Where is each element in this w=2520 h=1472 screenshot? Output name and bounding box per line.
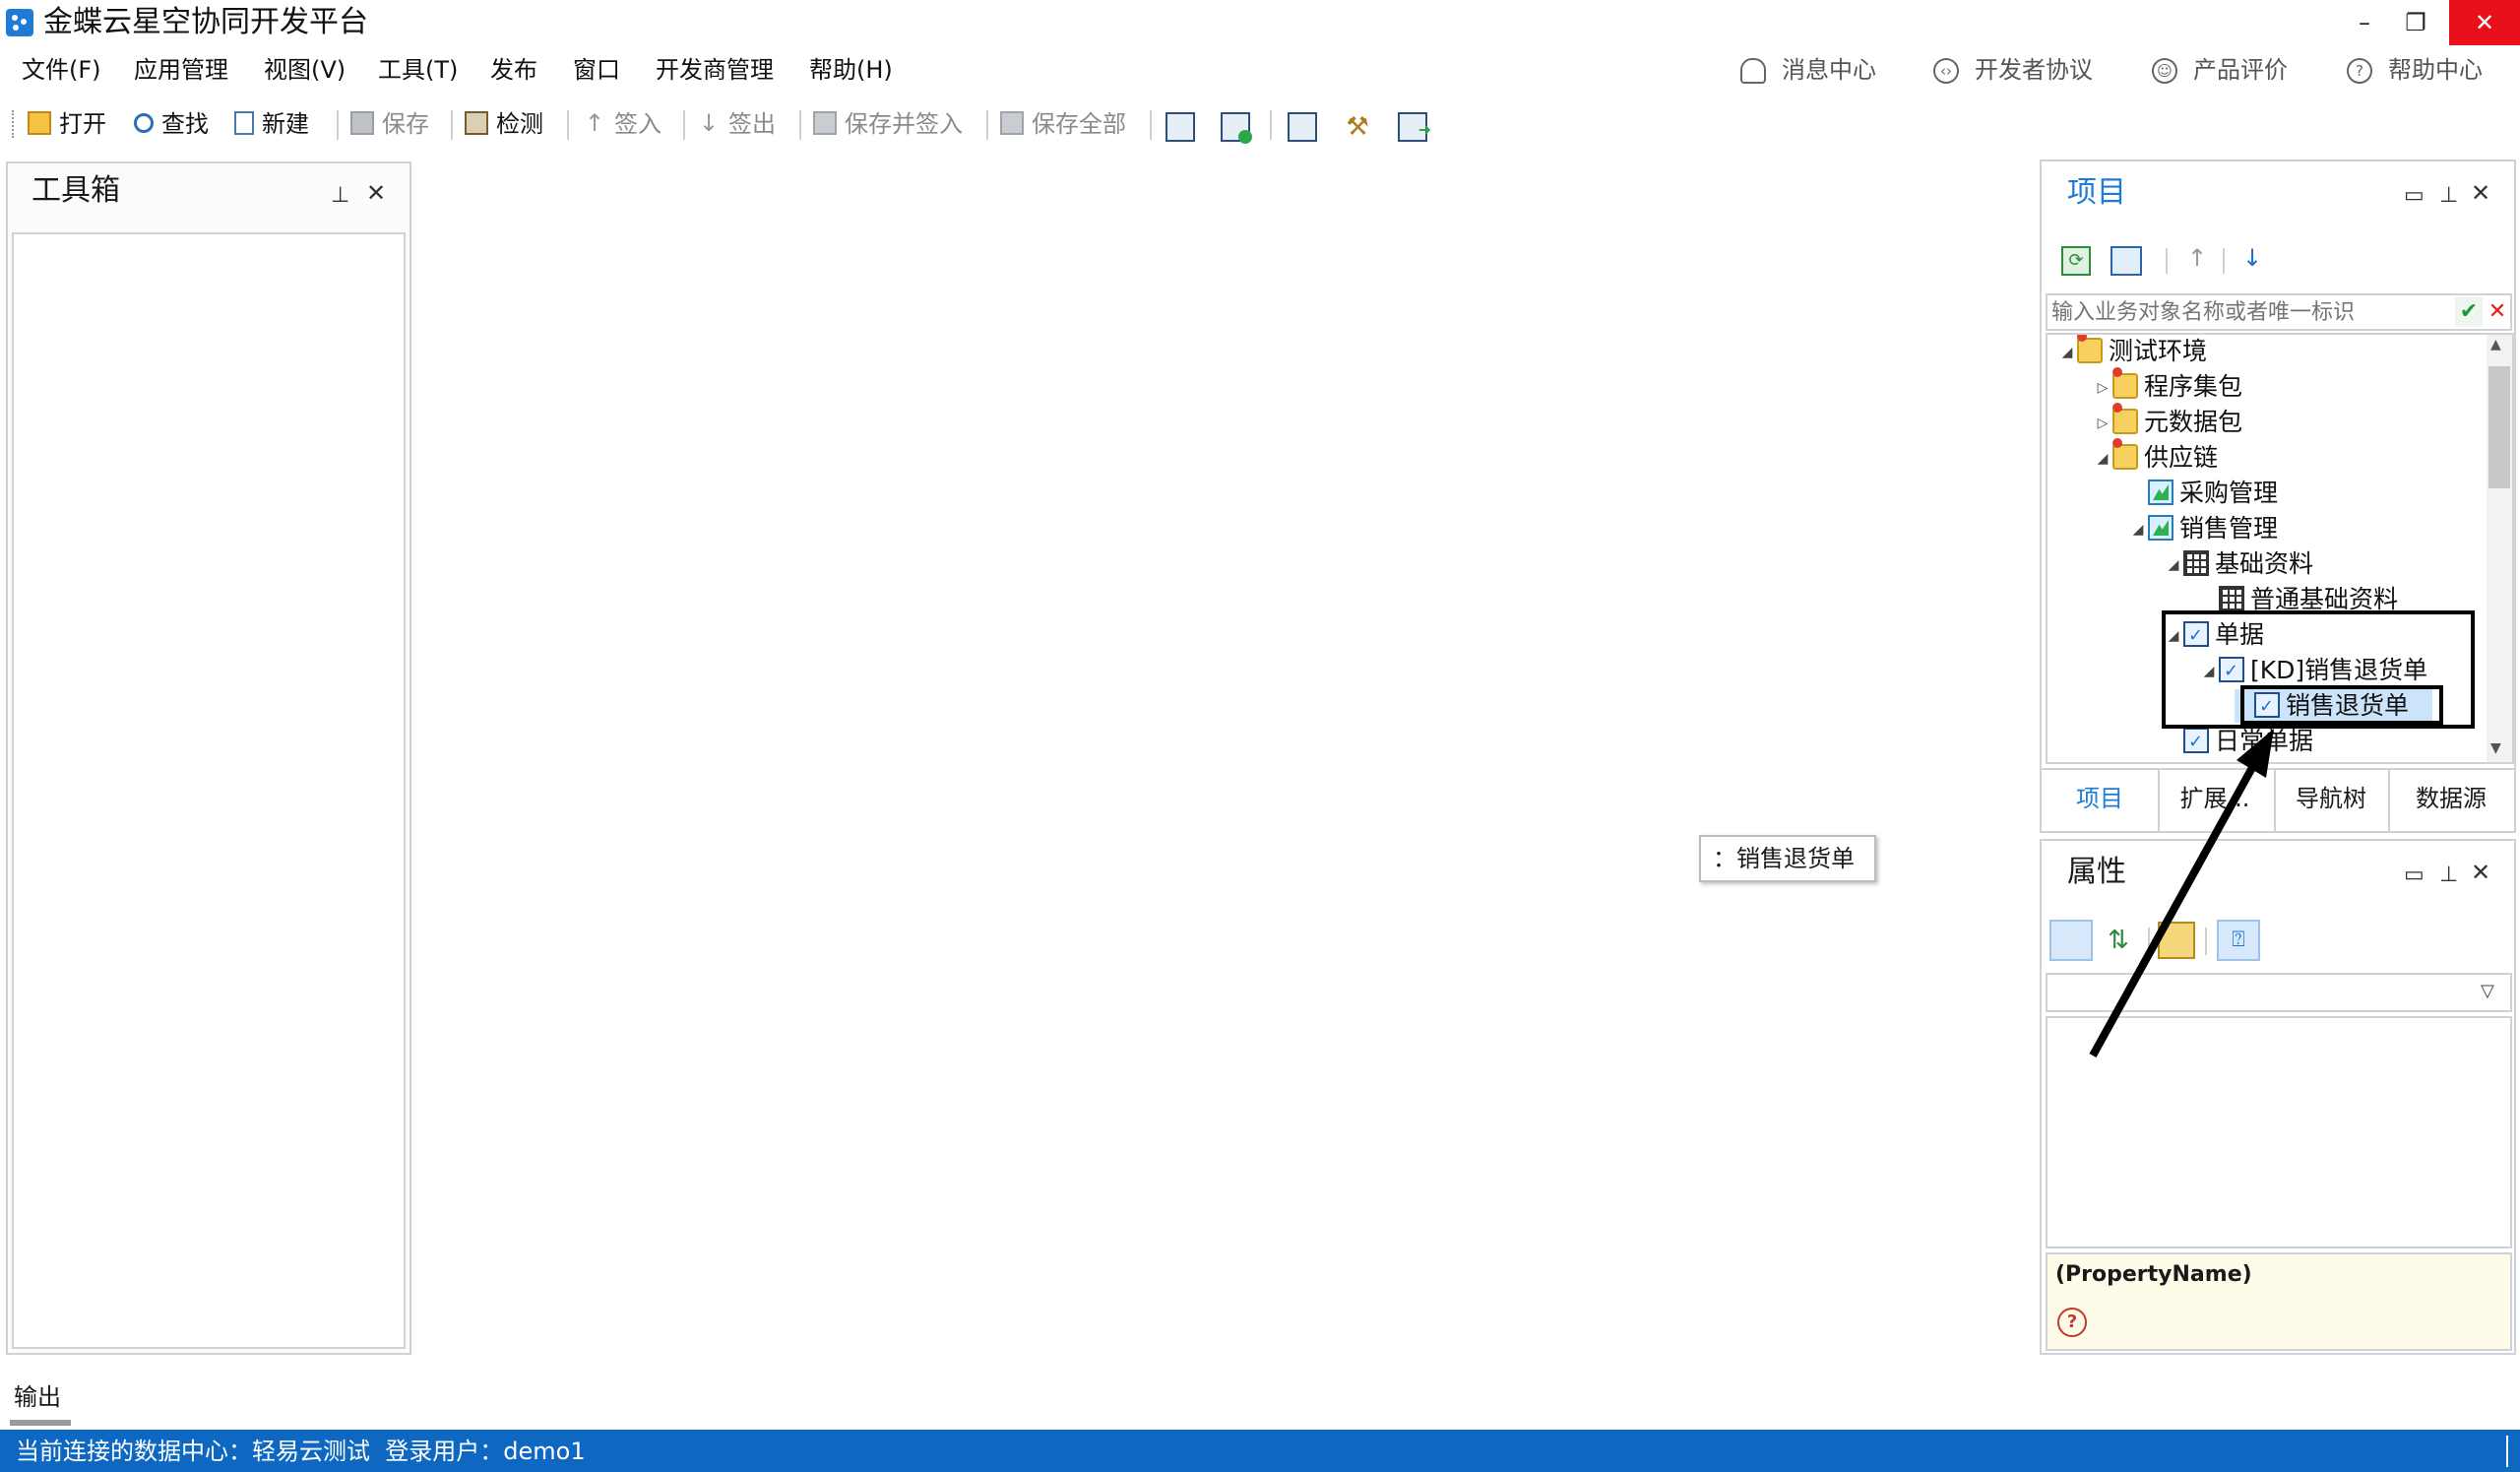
status-separator — [2506, 1436, 2508, 1467]
annotation-arrow — [2089, 729, 2274, 1057]
status-bar: 当前连接的数据中心：轻易云测试 登录用户：demo1 — [0, 1430, 2520, 1472]
output-tab-indicator — [10, 1420, 71, 1426]
status-text: 当前连接的数据中心：轻易云测试 登录用户：demo1 — [16, 1438, 586, 1465]
output-tab[interactable]: 输出 — [14, 1382, 61, 1412]
